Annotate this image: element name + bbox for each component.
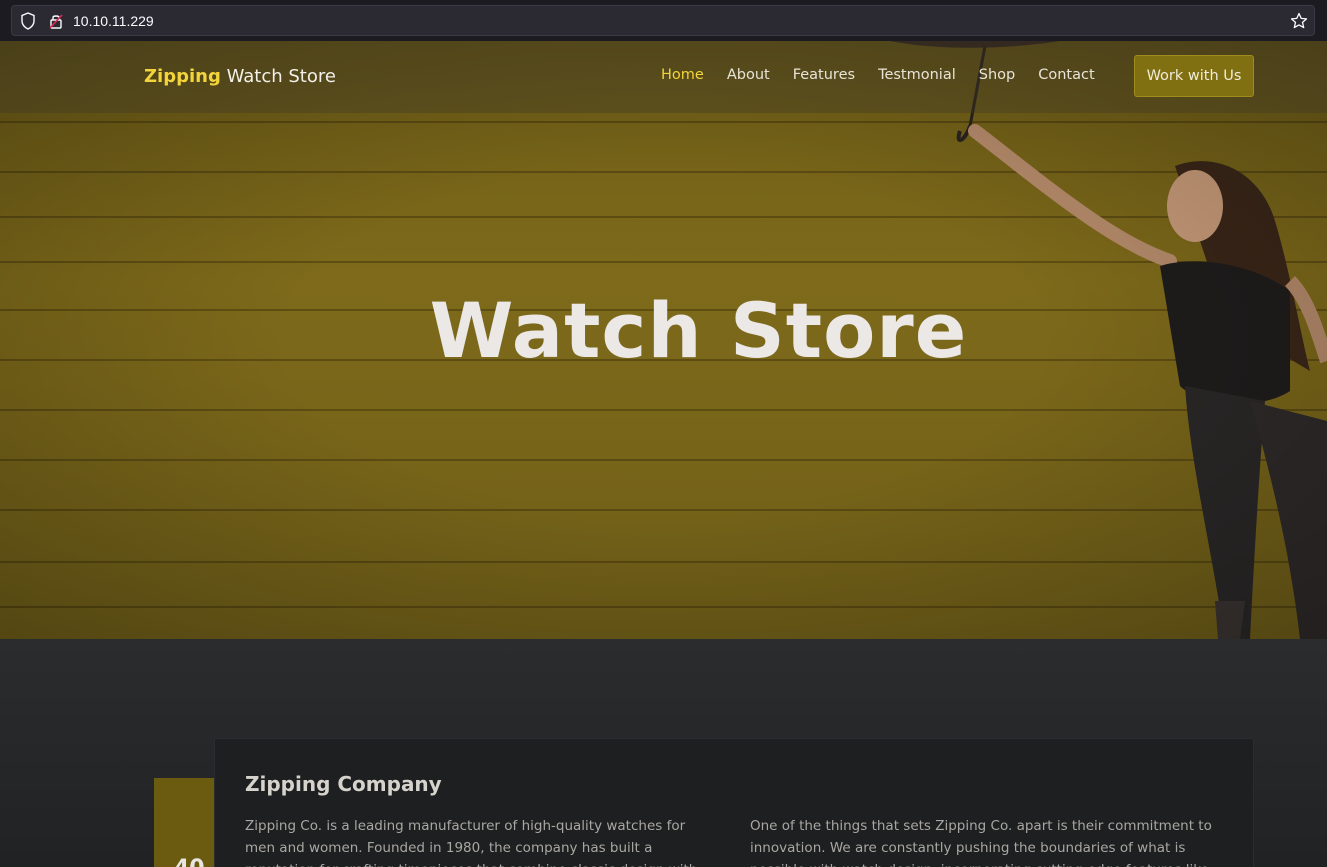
nav-about[interactable]: About	[727, 67, 770, 83]
lock-icon[interactable]	[48, 12, 64, 30]
hero-section: Zipping Watch Store Home About Features …	[0, 41, 1327, 639]
url-text[interactable]: 10.10.11.229	[73, 13, 154, 29]
address-bar[interactable]: 10.10.11.229	[11, 5, 1315, 36]
brand-logo[interactable]: Zipping Watch Store	[144, 66, 336, 87]
nav-features[interactable]: Features	[793, 67, 855, 83]
brand-name: Watch Store	[226, 66, 336, 87]
site-navbar: Zipping Watch Store Home About Features …	[0, 41, 1327, 113]
about-card: Zipping Company Zipping Co. is a leading…	[214, 738, 1254, 867]
about-paragraph-1: Zipping Co. is a leading manufacturer of…	[245, 818, 697, 867]
about-heading: Zipping Company	[245, 772, 442, 796]
nav-home[interactable]: Home	[661, 67, 704, 83]
browser-chrome: 10.10.11.229	[0, 0, 1327, 41]
nav-testimonial[interactable]: Testmonial	[878, 67, 956, 83]
star-icon[interactable]	[1290, 12, 1308, 30]
main-nav: Home About Features Testmonial Shop Cont…	[661, 67, 1118, 83]
work-with-us-button[interactable]: Work with Us	[1134, 55, 1254, 97]
brand-accent: Zipping	[144, 66, 221, 87]
years-badge: 40	[154, 778, 214, 867]
about-section: 40 Zipping Company Zipping Co. is a lead…	[0, 639, 1327, 867]
nav-shop[interactable]: Shop	[979, 67, 1015, 83]
nav-contact[interactable]: Contact	[1038, 67, 1094, 83]
shield-icon[interactable]	[20, 12, 36, 30]
hero-title: Watch Store	[429, 286, 968, 375]
years-number: 40	[174, 856, 205, 867]
about-paragraph-2: One of the things that sets Zipping Co. …	[750, 818, 1212, 867]
